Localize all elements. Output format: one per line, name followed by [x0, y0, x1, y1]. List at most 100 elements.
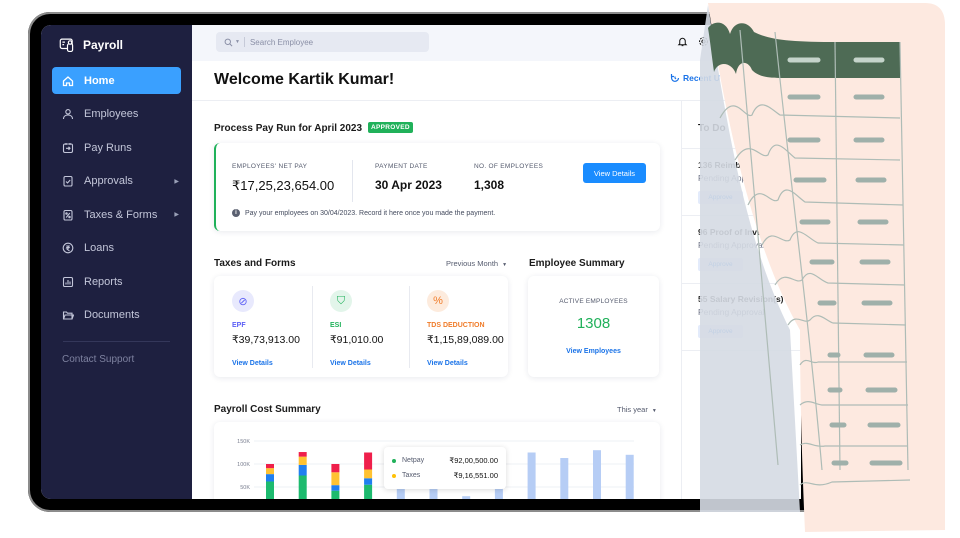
expand-arrow-icon[interactable]: ▶	[174, 178, 179, 185]
home-icon	[62, 75, 74, 87]
payroll-cost-title: Payroll Cost Summary	[214, 404, 321, 415]
employees-value: 1,308	[474, 178, 505, 192]
sidebar-item-label: Home	[84, 74, 115, 87]
bar-segment-other	[364, 478, 373, 485]
net-pay-value: ₹17,25,23,654.00	[232, 178, 335, 193]
view-employees-link[interactable]: View Employees	[528, 348, 659, 355]
recent-updates-link[interactable]: Recent U	[670, 73, 720, 83]
active-employees-label: ACTIVE EMPLOYEES	[559, 298, 628, 305]
tooltip-label: Netpay	[402, 457, 425, 464]
tax-name: ESI	[330, 322, 342, 329]
expand-arrow-icon[interactable]: ▶	[174, 211, 179, 218]
bell-icon[interactable]	[677, 36, 688, 47]
chevron-down-icon[interactable]: ▼	[235, 39, 240, 45]
approve-button[interactable]: Approve	[698, 191, 743, 204]
approve-button[interactable]: Approve	[698, 325, 743, 338]
payment-date-value: 30 Apr 2023	[375, 178, 442, 192]
payroll-period-value: This year	[617, 405, 648, 414]
sidebar-item-pay-runs[interactable]: Pay Runs	[52, 134, 181, 161]
y-tick-label: 100K	[237, 462, 250, 468]
bar-segment-deductions	[364, 452, 373, 470]
view-details-link[interactable]: View Details	[427, 360, 504, 367]
taxes-card: ⊘ EPF ₹39,73,913.00 View Details ⛉ ESI ₹…	[214, 276, 508, 377]
payroll-logo-icon	[59, 38, 74, 52]
tax-item-esi: ⛉ ESI ₹91,010.00 View Details	[330, 290, 383, 367]
bar-projected	[593, 450, 601, 499]
todo-item-status: Pending Approval	[698, 307, 765, 317]
contact-support-link[interactable]: Contact Support	[41, 342, 192, 365]
todo-item-name: 55 Salary Revision(s)	[698, 294, 784, 304]
brand: Payroll	[41, 31, 192, 55]
bar-projected	[625, 454, 634, 499]
user-icon	[62, 108, 74, 120]
search-icon	[224, 38, 233, 46]
todo-divider	[681, 148, 801, 149]
chart-tooltip: Netpay ₹92,00,500.00 Taxes ₹9,16,551.00	[384, 447, 506, 489]
approve-button[interactable]: Approve	[698, 258, 743, 271]
folder-icon	[62, 309, 74, 321]
bar-segment-taxes	[298, 456, 307, 465]
gear-icon[interactable]	[698, 36, 709, 47]
sidebar-nav: Home Employees Pay Runs Approvals ▶ Taxe…	[41, 67, 192, 329]
employee-summary-title: Employee Summary	[529, 258, 625, 269]
todo-item-name: 96 Proof of Invest	[698, 227, 770, 237]
bar-segment-netpay	[364, 484, 373, 499]
chart-icon	[62, 276, 74, 288]
app-title: Payroll	[83, 38, 124, 52]
sidebar-item-employees[interactable]: Employees	[52, 101, 181, 128]
todo-item: 55 Salary Revision(s) Pending Approval A…	[698, 294, 784, 338]
payment-date-label: PAYMENT DATE	[375, 163, 428, 170]
todo-item-name: 136 Reimb	[698, 160, 741, 170]
sidebar-item-label: Loans	[84, 242, 114, 254]
bar-segment-other	[298, 464, 307, 476]
topbar: ▼ Search Employee	[192, 25, 801, 61]
epf-icon: ⊘	[232, 290, 254, 312]
sidebar-item-approvals[interactable]: Approvals ▶	[52, 168, 181, 195]
todo-divider	[681, 215, 801, 216]
sidebar-item-loans[interactable]: Loans	[52, 235, 181, 262]
page-title: Welcome Kartik Kumar!	[214, 71, 395, 88]
tax-divider	[409, 286, 410, 368]
y-tick-label: 150K	[237, 439, 250, 445]
bar-projected	[396, 487, 405, 499]
search-input[interactable]: ▼ Search Employee	[216, 32, 429, 52]
employees-block: NO. OF EMPLOYEES 1,308	[474, 163, 543, 192]
rupee-icon	[62, 242, 74, 254]
view-details-link[interactable]: View Details	[330, 360, 383, 367]
sidebar-item-taxes-forms[interactable]: Taxes & Forms ▶	[52, 201, 181, 228]
tax-value: ₹1,15,89,089.00	[427, 334, 504, 346]
refresh-icon	[670, 74, 680, 82]
sidebar-item-reports[interactable]: Reports	[52, 268, 181, 295]
payrun-heading: Process Pay Run for April 2023 APPROVED	[214, 122, 413, 134]
todo-item: 136 Reimb Pending App Approve	[698, 160, 746, 204]
taxes-title: Taxes and Forms	[214, 258, 296, 269]
sidebar: Payroll Home Employees Pay Runs Approval…	[41, 25, 192, 499]
sidebar-item-documents[interactable]: Documents	[52, 302, 181, 329]
sidebar-item-label: Employees	[84, 108, 139, 120]
info-icon: i	[232, 209, 240, 217]
sidebar-item-home[interactable]: Home	[52, 67, 181, 94]
stage: Payroll Home Employees Pay Runs Approval…	[0, 0, 960, 538]
payroll-period-dropdown[interactable]: This year ▼	[617, 405, 657, 414]
percent-icon	[62, 209, 74, 221]
payrun-title: Process Pay Run for April 2023	[214, 123, 363, 134]
search-divider	[243, 37, 245, 47]
active-employees-value: 1308	[576, 315, 611, 332]
payrun-card: EMPLOYEES' NET PAY ₹17,25,23,654.00 PAYM…	[214, 143, 660, 231]
todo-title: To Do	[698, 123, 726, 134]
view-details-link[interactable]: View Details	[232, 360, 300, 367]
net-pay-label: EMPLOYEES' NET PAY	[232, 163, 308, 170]
payment-date-block: PAYMENT DATE 30 Apr 2023	[375, 163, 442, 192]
tax-name: TDS DEDUCTION	[427, 322, 485, 329]
payroll-cost-chart: 150K 100K 50K Netpay ₹92,00,500.00 Taxes ₹…	[214, 422, 660, 499]
view-details-button[interactable]: View Details	[583, 163, 646, 183]
netpay-dot-icon	[392, 458, 396, 463]
bar-segment-netpay	[266, 481, 274, 499]
chevron-down-icon: ▼	[502, 262, 508, 268]
bar-segment-taxes	[331, 472, 340, 486]
todo-item: 96 Proof of Invest Pending Approval Appr…	[698, 227, 769, 271]
bar-segment-taxes	[266, 468, 274, 475]
topbar-icons	[677, 36, 709, 47]
search-placeholder: Search Employee	[249, 37, 314, 47]
taxes-period-dropdown[interactable]: Previous Month ▼	[446, 259, 507, 268]
